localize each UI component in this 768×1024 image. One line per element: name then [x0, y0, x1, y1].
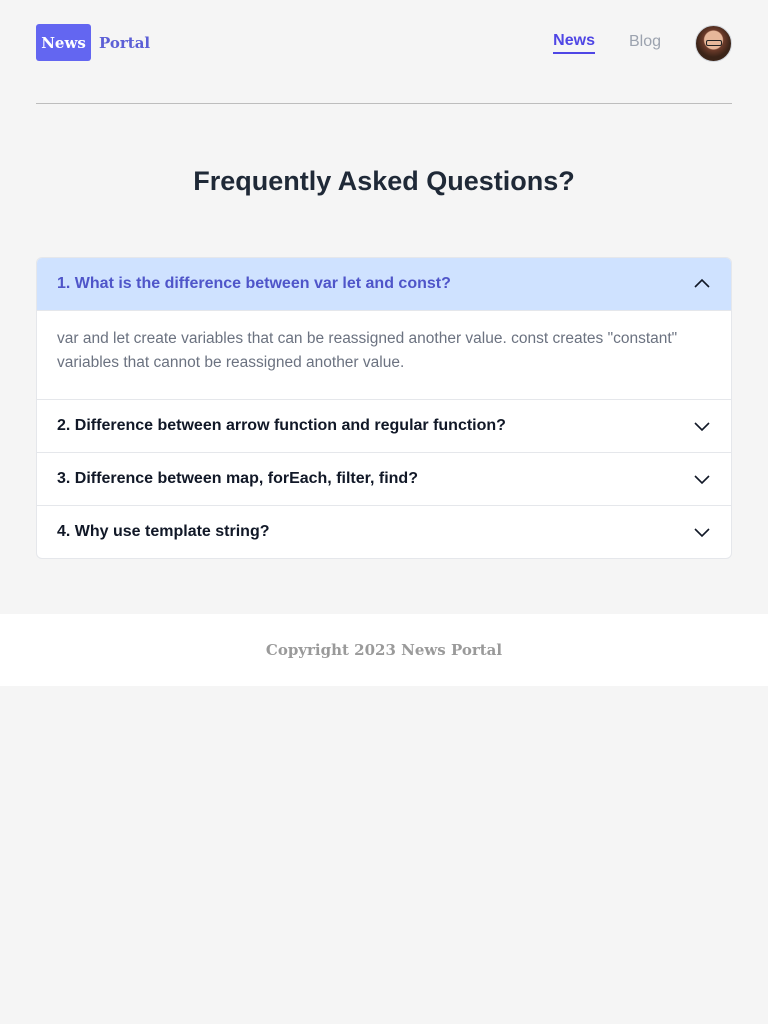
faq-item: 3. Difference between map, forEach, filt…: [37, 453, 731, 506]
faq-item: 2. Difference between arrow function and…: [37, 400, 731, 453]
chevron-down-icon: [694, 422, 710, 432]
copyright-text: Copyright 2023 News Portal: [265, 641, 503, 659]
chevron-up-icon: [694, 278, 710, 288]
chevron-down-icon: [694, 475, 710, 485]
faq-question-button[interactable]: 1. What is the difference between var le…: [37, 258, 731, 310]
faq-question-text: 3. Difference between map, forEach, filt…: [57, 470, 418, 487]
site-header: News Portal News Blog: [36, 0, 732, 104]
logo-text: Portal: [99, 33, 151, 52]
main-nav: News Blog: [553, 24, 732, 62]
faq-question-button[interactable]: 4. Why use template string?: [37, 506, 731, 558]
faq-question-text: 2. Difference between arrow function and…: [57, 417, 506, 434]
nav-link-news[interactable]: News: [553, 32, 595, 54]
faq-item: 1. What is the difference between var le…: [37, 258, 731, 400]
page-title: Frequently Asked Questions?: [193, 166, 575, 196]
faq-question-button[interactable]: 3. Difference between map, forEach, filt…: [37, 453, 731, 505]
faq-question-button[interactable]: 2. Difference between arrow function and…: [37, 400, 731, 452]
faq-answer: var and let create variables that can be…: [37, 310, 731, 399]
nav-link-blog[interactable]: Blog: [629, 33, 661, 53]
logo-badge: News: [36, 24, 91, 61]
chevron-down-icon: [694, 528, 710, 538]
faq-item: 4. Why use template string?: [37, 506, 731, 558]
user-avatar[interactable]: [695, 24, 732, 62]
site-footer: Copyright 2023 News Portal: [0, 614, 768, 686]
logo[interactable]: News Portal: [36, 24, 150, 61]
faq-question-text: 4. Why use template string?: [57, 523, 270, 540]
page: News Portal News Blog Frequently Asked Q…: [0, 0, 768, 1024]
faq-question-text: 1. What is the difference between var le…: [57, 275, 451, 292]
faq-accordion: 1. What is the difference between var le…: [36, 257, 732, 559]
